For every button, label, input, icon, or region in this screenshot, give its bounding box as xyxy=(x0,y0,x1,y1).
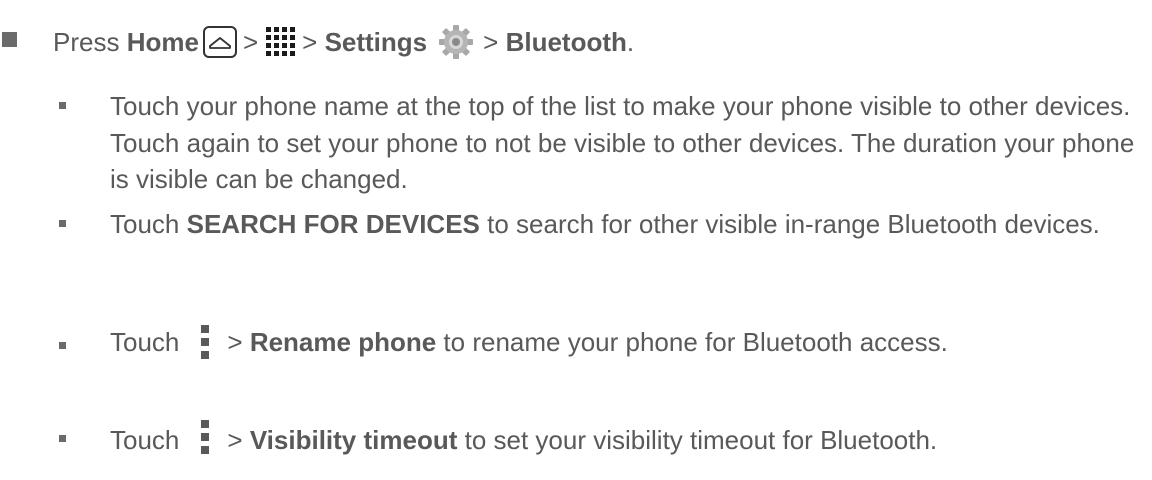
rename-phone-label: Rename phone xyxy=(249,326,437,357)
sub-bullet xyxy=(59,220,66,227)
gt-symbol: > xyxy=(227,424,243,455)
gt-1: > xyxy=(242,26,259,57)
item-rest-text: to set your visibility timeout for Bluet… xyxy=(464,424,938,455)
period: . xyxy=(626,26,635,57)
main-bullet xyxy=(2,32,17,47)
item-text: Touch SEARCH FOR DEVICES to search for o… xyxy=(110,206,1140,243)
sub-bullet xyxy=(59,102,66,109)
home-icon xyxy=(202,26,237,58)
gt-2: > xyxy=(302,26,318,57)
item-text: Touch > Rename phone to rename your phon… xyxy=(110,320,1140,364)
item-text: Touch your phone name at the top of the … xyxy=(110,91,1135,194)
touch-text: Touch xyxy=(110,209,180,239)
sub-bullet xyxy=(59,435,66,442)
menu-overflow-icon xyxy=(197,320,213,364)
bluetooth-label: Bluetooth xyxy=(505,26,627,57)
press-text: Press xyxy=(53,26,120,57)
item-rest-text: to search for other visible in-range Blu… xyxy=(487,209,1100,239)
item-rest-text: to rename your phone for Bluetooth acces… xyxy=(443,326,948,357)
gt-3: > xyxy=(483,26,499,57)
main-step-text: Press Home > > Settings > Bluetooth . xyxy=(53,20,634,64)
item-text: Touch > Visibility timeout to set your v… xyxy=(110,412,1140,468)
main-step: Press Home > > Settings > Bluetooth . xyxy=(0,20,1152,64)
touch-text: Touch xyxy=(110,424,180,455)
search-for-devices-label: SEARCH FOR DEVICES xyxy=(186,209,480,239)
sub-bullet xyxy=(59,342,66,349)
visibility-timeout-label: Visibility timeout xyxy=(249,424,458,455)
gear-icon xyxy=(437,23,475,61)
home-label: Home xyxy=(126,26,199,57)
apps-grid-icon xyxy=(264,26,296,58)
touch-text: Touch xyxy=(110,326,180,357)
gt-symbol: > xyxy=(227,326,243,357)
settings-label: Settings xyxy=(324,26,428,57)
menu-overflow-icon xyxy=(197,418,213,462)
